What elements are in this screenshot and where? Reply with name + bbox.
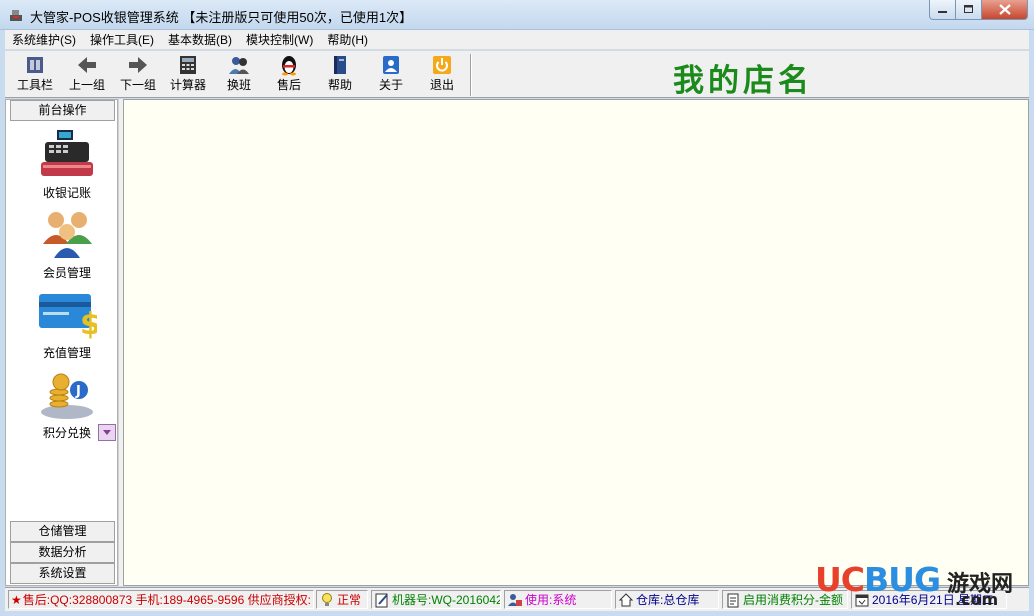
group-system-settings[interactable]: 系统设置 [10, 563, 115, 584]
window-controls [929, 0, 1028, 20]
calculator-label: 计算器 [169, 78, 206, 92]
maximize-icon [963, 5, 973, 13]
user-icon [508, 593, 522, 606]
menu-system-maintenance[interactable]: 系统维护(S) [5, 30, 83, 50]
help-button[interactable]: 帮助 [315, 54, 365, 96]
status-state: 正常 [316, 590, 368, 609]
sidebar: 前台操作 收银记账 会员管理 $ 充值管理 J 积分兑换 仓储管理 数据分析 系… [5, 99, 118, 586]
after-sales-label: 售后 [276, 78, 301, 92]
chevron-down-icon [103, 430, 111, 435]
status-machine-text: 机器号:WQ-20160426 [392, 593, 501, 607]
next-group-label: 下一组 [119, 78, 156, 92]
exit-power-icon [431, 54, 453, 76]
svg-text:$: $ [80, 307, 97, 340]
window-title: 大管家-POS收银管理系统 【未注册版只可使用50次，已使用1次】 [30, 10, 413, 25]
status-support: ★ 售后:QQ:328800873 手机:189-4965-9596 供应商授权… [8, 590, 314, 609]
cash-register-icon [41, 130, 93, 176]
status-user-text: 使用:系统 [525, 593, 577, 607]
menu-module-control[interactable]: 模块控制(W) [239, 30, 320, 50]
home-icon [618, 592, 634, 606]
document-icon [727, 593, 739, 607]
calculator-button[interactable]: 计算器 [163, 54, 213, 96]
shift-change-icon [228, 54, 250, 76]
nav-item-label: 会员管理 [42, 266, 91, 280]
about-button[interactable]: 关于 [366, 54, 416, 96]
group-frontdesk[interactable]: 前台操作 [10, 100, 115, 121]
status-warehouse: 仓库:总仓库 [615, 590, 719, 609]
minimize-icon [937, 10, 947, 13]
sidebar-scroll-down-button[interactable] [98, 424, 116, 441]
members-icon [43, 212, 92, 258]
after-sales-button[interactable]: 售后 [264, 54, 314, 96]
menu-basic-data[interactable]: 基本数据(B) [161, 30, 239, 50]
ucbug-watermark-logo: UCBUG 游戏网 .com [815, 558, 1030, 610]
nav-item-cashier[interactable]: 收银记账 [26, 128, 108, 208]
shift-change-button[interactable]: 换班 [214, 54, 264, 96]
next-group-button[interactable]: 下一组 [113, 54, 163, 96]
prev-group-label: 上一组 [68, 78, 105, 92]
menu-help[interactable]: 帮助(H) [320, 30, 375, 50]
help-label: 帮助 [327, 78, 352, 92]
toolbar-icon [24, 54, 46, 76]
minimize-button[interactable] [929, 0, 956, 20]
watermark-domain: .com [955, 590, 999, 609]
edit-document-icon [375, 593, 388, 607]
toolbar: 工具栏 上一组 下一组 计算器 换班 售后 帮助 关于 退出 我的店名 [5, 51, 1029, 99]
menu-operation-tools[interactable]: 操作工具(E) [83, 30, 161, 50]
exit-label: 退出 [429, 78, 454, 92]
nav-item-label: 充值管理 [42, 346, 91, 360]
lightbulb-icon [322, 592, 332, 606]
main-workspace [123, 99, 1029, 586]
close-button[interactable] [982, 0, 1028, 20]
close-icon [998, 4, 1011, 15]
status-support-text: 售后:QQ:328800873 手机:189-4965-9596 供应商授权: [22, 593, 311, 607]
qq-penguin-icon [278, 54, 300, 76]
about-label: 关于 [378, 78, 403, 92]
status-user: 使用:系统 [504, 590, 612, 609]
window-titlebar: 大管家-POS收银管理系统 【未注册版只可使用50次，已使用1次】 [0, 0, 1034, 30]
toolbar-button-label: 工具栏 [16, 78, 53, 92]
toolbar-toggle-button[interactable]: 工具栏 [10, 54, 60, 96]
nav-item-label: 积分兑换 [42, 426, 91, 440]
exit-button[interactable]: 退出 [417, 54, 467, 96]
nav-item-recharge[interactable]: $ 充值管理 [26, 288, 108, 368]
status-warehouse-text: 仓库:总仓库 [636, 593, 700, 607]
arrow-right-icon [127, 54, 149, 76]
help-book-icon [329, 54, 351, 76]
nav-item-members[interactable]: 会员管理 [26, 208, 108, 288]
toolbar-separator [470, 54, 472, 96]
recharge-card-icon: $ [39, 294, 97, 340]
about-icon [380, 54, 402, 76]
app-icon [10, 10, 22, 21]
svg-text:J: J [75, 384, 81, 399]
calculator-icon [177, 54, 199, 76]
status-machine: 机器号:WQ-20160426 [371, 590, 501, 609]
group-warehouse[interactable]: 仓储管理 [10, 521, 115, 542]
arrow-left-icon [76, 54, 98, 76]
shift-change-label: 换班 [226, 78, 251, 92]
watermark-brand: UCBUG [815, 560, 941, 599]
maximize-button[interactable] [956, 0, 982, 20]
menu-bar: 系统维护(S) 操作工具(E) 基本数据(B) 模块控制(W) 帮助(H) [5, 30, 1029, 50]
points-coins-icon: J [41, 373, 93, 419]
nav-item-points-exchange[interactable]: J 积分兑换 [26, 368, 108, 448]
nav-item-label: 收银记账 [42, 186, 91, 200]
star-icon: ★ [11, 592, 22, 607]
status-state-text: 正常 [337, 593, 362, 607]
group-data-analysis[interactable]: 数据分析 [10, 542, 115, 563]
shop-name: 我的店名 [673, 63, 813, 99]
prev-group-button[interactable]: 上一组 [62, 54, 112, 96]
